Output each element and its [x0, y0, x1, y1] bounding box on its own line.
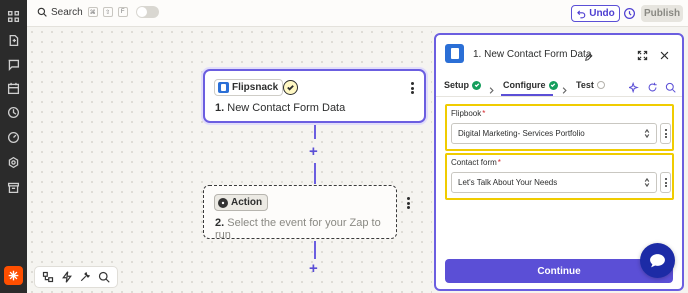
tab-configure[interactable]: Configure — [503, 80, 558, 90]
action-chip-label: Action — [231, 197, 263, 208]
complete-check-icon — [548, 80, 558, 90]
contact-form-select[interactable]: Let's Talk About Your Needs — [451, 172, 657, 193]
shortcut-key: ⇧ — [102, 7, 113, 17]
continue-button[interactable]: Continue — [445, 259, 673, 283]
more-options-icon — [664, 129, 668, 138]
step-title: 1. New Contact Form Data — [215, 102, 346, 114]
panel-title: 1. New Contact Form Data — [473, 49, 592, 60]
search-icon[interactable] — [665, 80, 676, 98]
more-options-icon — [664, 178, 668, 187]
refresh-icon[interactable] — [647, 80, 658, 98]
action-step-card[interactable]: Action 2. Select the event for your Zap … — [203, 185, 410, 241]
lightning-icon[interactable] — [61, 271, 73, 283]
tools-icon[interactable] — [79, 271, 91, 283]
chevron-right-icon — [561, 81, 568, 99]
search-button[interactable]: Search ⌘ ⇧ F — [37, 6, 159, 18]
zap-canvas[interactable]: Flipsnack 1. New Contact Form Data + Act… — [27, 27, 432, 293]
canvas-toolbar — [34, 266, 118, 288]
action-chip: Action — [214, 194, 269, 211]
zap-logo-icon[interactable] — [4, 266, 23, 285]
step-menu-icon[interactable] — [406, 197, 410, 209]
trigger-step-card[interactable]: Flipsnack 1. New Contact Form Data — [203, 69, 426, 123]
publish-button[interactable]: Publish — [641, 5, 683, 22]
expand-icon[interactable] — [637, 48, 648, 66]
step-title: 2. Select the event for your Zap to run — [215, 217, 381, 241]
edit-title-pencil-icon[interactable] — [584, 49, 593, 67]
chat-bubble-icon — [650, 254, 665, 268]
selected-value: Let's Talk About Your Needs — [458, 178, 558, 187]
zoom-icon[interactable] — [98, 271, 110, 283]
chat-icon[interactable] — [6, 57, 21, 72]
add-step-plus-icon[interactable]: + — [309, 144, 318, 159]
search-icon — [37, 7, 47, 17]
document-icon[interactable] — [6, 33, 21, 48]
connector-line — [314, 125, 316, 139]
tab-setup[interactable]: Setup — [444, 80, 482, 90]
flipbook-select[interactable]: Digital Marketing- Services Portfolio — [451, 123, 657, 144]
shortcut-key: ⌘ — [87, 7, 98, 17]
flipsnack-logo-icon — [445, 44, 464, 63]
step-status-check-icon — [283, 80, 298, 95]
field-options-button[interactable] — [660, 172, 671, 193]
field-options-button[interactable] — [660, 123, 671, 144]
dashboard-icon[interactable] — [6, 130, 21, 145]
shortcut-key: F — [117, 7, 128, 17]
field-label: Contact form* — [451, 158, 501, 167]
layout-icon[interactable] — [42, 271, 54, 283]
history-icon[interactable] — [6, 105, 21, 120]
action-icon — [218, 197, 228, 208]
field-label: Flipbook* — [451, 109, 486, 118]
history-icon — [623, 8, 635, 19]
search-label: Search — [51, 6, 83, 18]
connector-line — [314, 163, 316, 184]
add-step-plus-icon[interactable]: + — [309, 261, 318, 276]
version-history-button[interactable] — [621, 5, 637, 22]
ai-sparkle-icon[interactable] — [627, 80, 640, 98]
pending-circle-icon — [596, 81, 605, 89]
connector-line — [314, 241, 316, 259]
apps-icon[interactable] — [6, 9, 21, 24]
tab-test[interactable]: Test — [576, 80, 605, 90]
left-rail — [0, 0, 27, 293]
sort-arrows-icon — [644, 128, 650, 140]
panel-header: 1. New Contact Form Data — [436, 35, 682, 73]
undo-button[interactable]: Undo — [571, 5, 620, 22]
calendar-icon[interactable] — [6, 81, 21, 96]
step-tabs: Setup Configure Test — [436, 75, 682, 97]
active-tab-underline — [501, 94, 553, 96]
flipsnack-logo-icon — [218, 82, 229, 93]
theme-toggle[interactable] — [135, 6, 159, 18]
step-menu-icon[interactable] — [410, 82, 414, 94]
support-chat-button[interactable] — [640, 243, 675, 278]
archive-icon[interactable] — [6, 180, 21, 195]
undo-icon — [577, 9, 586, 18]
chevron-right-icon — [488, 81, 495, 99]
flipbook-field: Flipbook* Digital Marketing- Services Po… — [445, 104, 674, 151]
close-icon[interactable] — [659, 48, 670, 66]
sort-arrows-icon — [644, 177, 650, 189]
app-chip: Flipsnack — [214, 79, 284, 96]
complete-check-icon — [472, 80, 482, 90]
undo-label: Undo — [589, 8, 615, 19]
contact-form-field: Contact form* Let's Talk About Your Need… — [445, 153, 674, 200]
selected-value: Digital Marketing- Services Portfolio — [458, 129, 585, 138]
top-bar: Search ⌘ ⇧ F Undo Publish — [27, 0, 688, 27]
settings-icon[interactable] — [6, 155, 21, 170]
app-name: Flipsnack — [232, 82, 279, 93]
